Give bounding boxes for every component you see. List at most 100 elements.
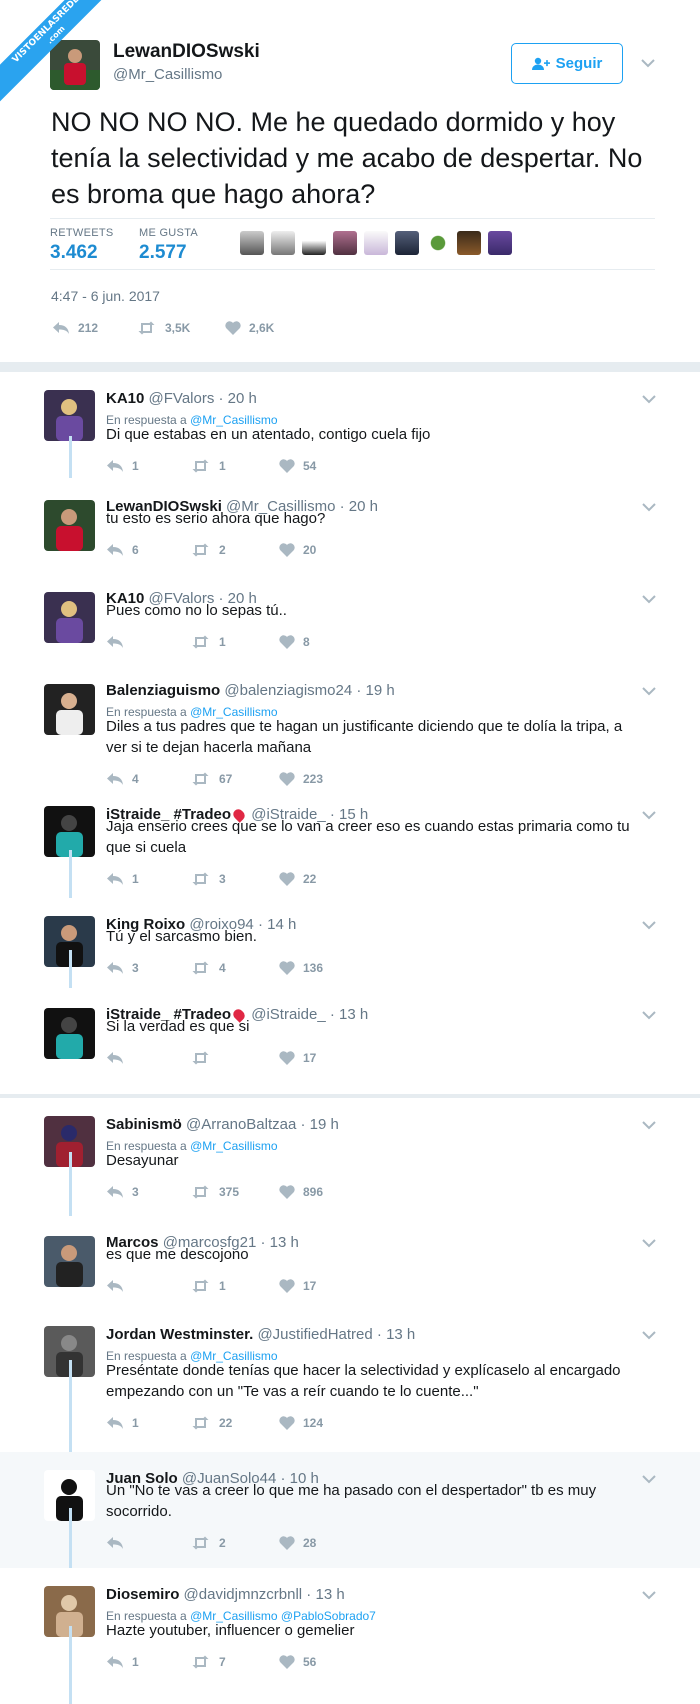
liker-avatar[interactable]: [426, 231, 450, 255]
reply-button[interactable]: 4: [106, 772, 191, 786]
avatar[interactable]: [44, 500, 95, 551]
follow-button[interactable]: Seguir: [511, 43, 623, 84]
retweets-stat[interactable]: RETWEETS 3.462: [50, 227, 114, 264]
user-handle[interactable]: @davidjmnzcrbnll: [184, 1586, 303, 1603]
reply-tweet[interactable]: Balenziaguismo @balenziagismo24 · 19 h E…: [0, 664, 700, 788]
reply-button[interactable]: 6: [106, 543, 191, 557]
retweet-button[interactable]: 2: [191, 543, 279, 557]
reply-button[interactable]: [106, 1051, 191, 1065]
reply-tweet[interactable]: KA10 @FValors · 20 h En respuesta a @Mr_…: [0, 372, 700, 480]
chevron-down-icon[interactable]: [642, 1330, 656, 1340]
tweet-time[interactable]: 20 h: [228, 390, 257, 407]
retweet-button[interactable]: 22: [191, 1416, 279, 1430]
tweet-time[interactable]: 19 h: [310, 1116, 339, 1133]
user-handle[interactable]: @ArranoBaltzaa: [186, 1116, 296, 1133]
like-button[interactable]: 896: [279, 1185, 359, 1199]
like-button[interactable]: 56: [279, 1655, 359, 1669]
avatar[interactable]: [44, 1008, 95, 1059]
retweet-button[interactable]: 2: [191, 1536, 279, 1550]
reply-button[interactable]: 1: [106, 872, 191, 886]
avatar[interactable]: [44, 684, 95, 735]
reply-tweet[interactable]: Diosemiro @davidjmnzcrbnll · 13 h En res…: [0, 1568, 700, 1704]
avatar[interactable]: [44, 1236, 95, 1287]
like-button[interactable]: 136: [279, 961, 359, 975]
reply-button[interactable]: 1: [106, 459, 191, 473]
reply-button[interactable]: 212: [52, 321, 137, 335]
liker-avatar[interactable]: [333, 231, 357, 255]
avatar[interactable]: [50, 40, 100, 90]
retweet-button[interactable]: 3: [191, 872, 279, 886]
liker-avatar[interactable]: [488, 231, 512, 255]
chevron-down-icon[interactable]: [642, 1238, 656, 1248]
reply-tweet[interactable]: King Roixo @roixo94 · 14 h Tú y el sarca…: [0, 898, 700, 988]
reply-button[interactable]: 1: [106, 1655, 191, 1669]
liker-avatar[interactable]: [302, 231, 326, 255]
chevron-down-icon[interactable]: [642, 686, 656, 696]
reply-button[interactable]: 3: [106, 961, 191, 975]
display-name[interactable]: KA10: [106, 390, 144, 407]
user-handle[interactable]: @JustifiedHatred: [257, 1326, 372, 1343]
chevron-down-icon[interactable]: [642, 502, 656, 512]
reply-button[interactable]: [106, 1279, 191, 1293]
reply-tweet[interactable]: Juan Solo @JuanSolo44 · 10 h Un "No te v…: [0, 1452, 700, 1568]
tweet-time[interactable]: 19 h: [366, 682, 395, 699]
like-button[interactable]: 124: [279, 1416, 359, 1430]
tweet-time[interactable]: 13 h: [386, 1326, 415, 1343]
like-button[interactable]: 17: [279, 1279, 359, 1293]
chevron-down-icon[interactable]: [641, 58, 655, 68]
chevron-down-icon[interactable]: [642, 1474, 656, 1484]
like-button[interactable]: 20: [279, 543, 359, 557]
user-handle[interactable]: @balenziagismo24: [224, 682, 352, 699]
display-name[interactable]: LewanDIOSwski: [113, 41, 260, 63]
liker-avatar[interactable]: [240, 231, 264, 255]
reply-button[interactable]: 3: [106, 1185, 191, 1199]
retweet-button[interactable]: [191, 1051, 279, 1065]
reply-tweet[interactable]: Jordan Westminster. @JustifiedHatred · 1…: [0, 1308, 700, 1452]
chevron-down-icon[interactable]: [642, 1010, 656, 1020]
reply-button[interactable]: [106, 635, 191, 649]
tweet-timestamp[interactable]: 4:47 - 6 jun. 2017: [51, 288, 160, 304]
display-name[interactable]: Balenziaguismo: [106, 682, 220, 699]
like-button[interactable]: 8: [279, 635, 359, 649]
retweet-button[interactable]: 7: [191, 1655, 279, 1669]
tweet-time[interactable]: 13 h: [315, 1586, 344, 1603]
display-name[interactable]: Diosemiro: [106, 1586, 179, 1603]
retweet-button[interactable]: 67: [191, 772, 279, 786]
reply-tweet[interactable]: iStraide_ #Tradeo @iStraide_ · 15 h Jaja…: [0, 788, 700, 898]
reply-tweet[interactable]: iStraide_ #Tradeo @iStraide_ · 13 h Si l…: [0, 988, 700, 1076]
retweet-button[interactable]: 4: [191, 961, 279, 975]
display-name[interactable]: Jordan Westminster.: [106, 1326, 253, 1343]
avatar[interactable]: [44, 390, 95, 441]
reply-tweet[interactable]: Sabinismö @ArranoBaltzaa · 19 h En respu…: [0, 1098, 700, 1216]
display-name[interactable]: Sabinismö: [106, 1116, 182, 1133]
retweet-button[interactable]: 3,5K: [137, 321, 225, 335]
avatar[interactable]: [44, 592, 95, 643]
like-button[interactable]: 22: [279, 872, 359, 886]
like-button[interactable]: 223: [279, 772, 359, 786]
user-handle[interactable]: @FValors: [149, 390, 215, 407]
retweet-button[interactable]: 1: [191, 635, 279, 649]
liker-avatar[interactable]: [271, 231, 295, 255]
reply-tweet[interactable]: Marcos @marcosfg21 · 13 h es que me desc…: [0, 1216, 700, 1308]
retweet-button[interactable]: 375: [191, 1185, 279, 1199]
like-button[interactable]: 28: [279, 1536, 359, 1550]
like-button[interactable]: 54: [279, 459, 359, 473]
reply-tweet[interactable]: KA10 @FValors · 20 h Pues como no lo sep…: [0, 572, 700, 664]
liker-avatar[interactable]: [457, 231, 481, 255]
chevron-down-icon[interactable]: [642, 1120, 656, 1130]
like-button[interactable]: 17: [279, 1051, 359, 1065]
reply-button[interactable]: 1: [106, 1416, 191, 1430]
chevron-down-icon[interactable]: [642, 920, 656, 930]
likes-stat[interactable]: ME GUSTA 2.577: [139, 227, 198, 264]
chevron-down-icon[interactable]: [642, 1590, 656, 1600]
reply-tweet[interactable]: LewanDIOSwski @Mr_Casillismo · 20 h tu e…: [0, 480, 700, 572]
chevron-down-icon[interactable]: [642, 594, 656, 604]
chevron-down-icon[interactable]: [642, 394, 656, 404]
retweet-button[interactable]: 1: [191, 459, 279, 473]
liker-avatar[interactable]: [395, 231, 419, 255]
liker-avatar[interactable]: [364, 231, 388, 255]
chevron-down-icon[interactable]: [642, 810, 656, 820]
retweet-button[interactable]: 1: [191, 1279, 279, 1293]
user-handle[interactable]: @Mr_Casillismo: [113, 66, 222, 83]
reply-button[interactable]: [106, 1536, 191, 1550]
